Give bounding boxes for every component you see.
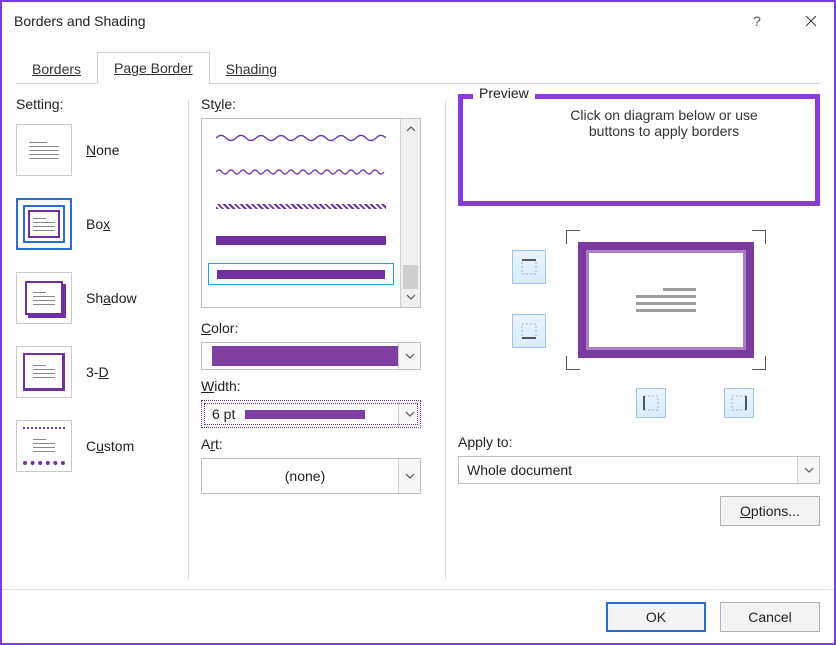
style-listbox[interactable] [201,118,421,308]
document-preview[interactable] [566,230,766,370]
setting-box[interactable]: Box [16,198,176,250]
color-dropdown-button[interactable] [398,343,420,369]
preview-column: Preview Click on diagram below or use bu… [458,94,820,589]
apply-to-value: Whole document [459,462,797,478]
width-dropdown-button[interactable] [398,401,420,427]
scroll-down-button[interactable] [401,287,420,307]
doc-lines [636,284,696,316]
cancel-button[interactable]: Cancel [720,602,820,632]
width-combo[interactable]: 6 pt [201,400,421,428]
art-label: Art: [201,436,433,452]
scroll-thumb[interactable] [403,265,418,289]
settings-column: Setting: None Box [16,94,176,589]
setting-none-thumb [16,124,72,176]
setting-3d[interactable]: 3-D [16,346,176,398]
preview-hint: Click on diagram below or use buttons to… [551,107,777,139]
width-value: 6 pt [212,406,235,422]
ok-button[interactable]: OK [606,602,706,632]
apply-to-select[interactable]: Whole document [458,456,820,484]
art-combo[interactable]: (none) [201,458,421,494]
width-sample-line [245,410,365,419]
top-border-icon [519,257,539,277]
bottom-edge-buttons [458,388,820,418]
chevron-up-icon [406,125,416,133]
content: Setting: None Box [2,84,834,589]
chevron-down-icon [405,352,415,360]
dialog-footer: OK Cancel [2,589,834,643]
left-border-icon [642,394,660,412]
chevron-down-icon [406,293,416,301]
right-border-icon [730,394,748,412]
bottom-border-icon [519,321,539,341]
separator-1 [188,100,189,579]
doc-inner [586,250,746,350]
setting-custom-thumb [16,420,72,472]
style-thick-2[interactable] [208,263,394,285]
tab-page-border[interactable]: Page Border [97,52,210,84]
chevron-down-icon [405,472,415,480]
style-zigzag-2[interactable] [208,161,394,183]
setting-custom[interactable]: Custom [16,420,176,472]
style-scrollbar[interactable] [400,119,420,307]
setting-3d-thumb [16,346,72,398]
preview-area [458,216,820,374]
setting-box-thumb [16,198,72,250]
titlebar: Borders and Shading ? [2,2,834,40]
bottom-border-button[interactable] [512,314,546,348]
scroll-up-button[interactable] [401,119,420,139]
width-label: Width: [201,378,433,394]
preview-highlight-box: Preview Click on diagram below or use bu… [458,94,820,206]
dialog-title: Borders and Shading [14,13,726,29]
apply-to-label: Apply to: [458,434,820,450]
style-zigzag-1[interactable] [208,127,394,149]
setting-none[interactable]: None [16,124,176,176]
style-column: Style: [201,94,433,589]
help-button[interactable]: ? [734,2,780,40]
separator-2 [445,100,446,579]
setting-shadow[interactable]: Shadow [16,272,176,324]
settings-list: None Box Shadow [16,124,176,472]
settings-label: Setting: [16,96,176,112]
color-swatch [212,346,398,366]
tabs: Borders Page Border Shading [16,50,820,84]
chevron-down-icon [804,466,814,474]
close-icon [805,15,817,27]
art-dropdown-button[interactable] [398,459,420,493]
borders-shading-dialog: Borders and Shading ? Borders Page Borde… [0,0,836,645]
doc-outer-border [578,242,754,358]
tab-shading[interactable]: Shading [210,54,293,84]
left-border-button[interactable] [636,388,666,418]
style-thick-1[interactable] [208,229,394,251]
tab-borders[interactable]: Borders [16,54,97,84]
color-combo[interactable] [201,342,421,370]
style-items [202,119,400,307]
art-value: (none) [285,468,325,484]
apply-to-dropdown-button[interactable] [797,457,819,483]
close-button[interactable] [788,2,834,40]
side-edge-buttons [512,250,546,370]
style-label: Style: [201,96,433,112]
preview-label: Preview [473,85,535,101]
options-button[interactable]: Options... [720,496,820,526]
color-label: Color: [201,320,433,336]
top-border-button[interactable] [512,250,546,284]
setting-shadow-thumb [16,272,72,324]
right-border-button[interactable] [724,388,754,418]
chevron-down-icon [405,410,415,418]
style-dashed[interactable] [208,195,394,217]
scroll-track[interactable] [401,139,420,287]
